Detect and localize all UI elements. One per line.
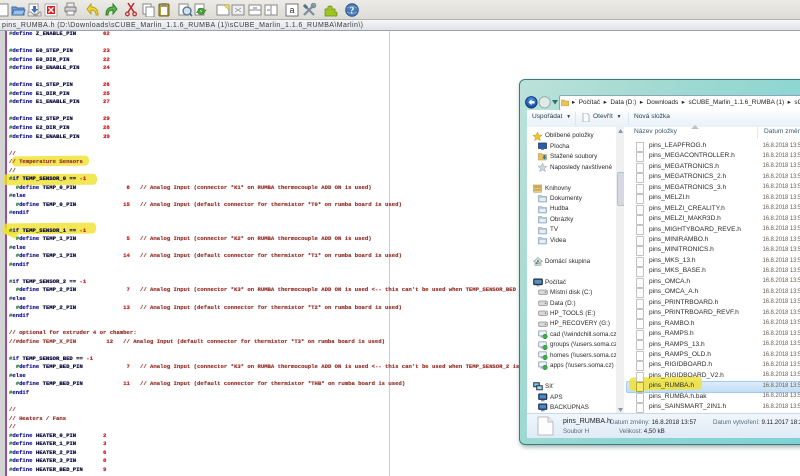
svg-text:?: ? [350,7,355,17]
svg-text:a: a [289,5,294,15]
